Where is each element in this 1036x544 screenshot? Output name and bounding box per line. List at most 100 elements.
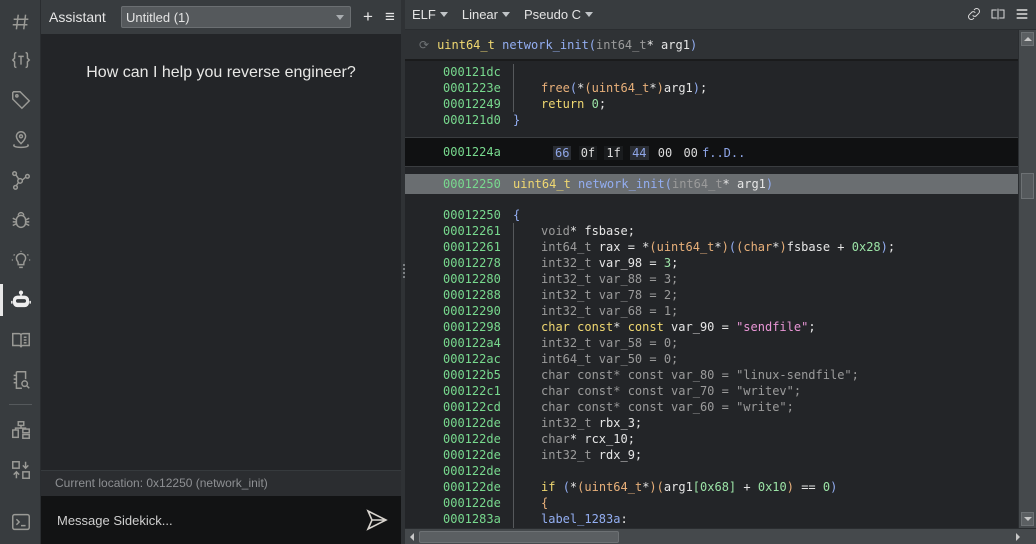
code-token: rdx_9; <box>591 448 643 462</box>
address[interactable]: 00012280 <box>443 271 501 287</box>
address[interactable]: 00012249 <box>443 96 501 112</box>
code-text: return 0; <box>541 96 606 112</box>
message-input[interactable] <box>41 496 351 544</box>
code-line[interactable]: 00012278 int32_t var_98 = 3; <box>405 255 1018 271</box>
code-line[interactable]: 00012250 { <box>405 207 1018 223</box>
code-token: ; <box>808 320 816 334</box>
bug-icon[interactable] <box>0 202 41 238</box>
code-token: ) <box>765 177 774 191</box>
terminal-icon[interactable] <box>0 504 41 540</box>
search-doc-icon[interactable] <box>0 362 41 398</box>
hex-byte[interactable]: 66 <box>553 146 572 160</box>
code-line[interactable]: 000122c1 char const* const var_70 = "writ… <box>405 383 1018 399</box>
hex-byte[interactable]: 0f <box>578 146 598 160</box>
code-line[interactable]: 000122de int32_t rdx_9; <box>405 447 1018 463</box>
code-line[interactable]: 000122de if (*(uint64_t*)(arg1[0x68] + 0x… <box>405 479 1018 495</box>
horizontal-scroll-thumb[interactable] <box>419 531 619 543</box>
format-dropdown[interactable]: ELF <box>412 7 448 22</box>
code-line[interactable]: 000122de char* rcx_10; <box>405 431 1018 447</box>
language-dropdown[interactable]: Pseudo C <box>524 7 594 22</box>
code-line[interactable]: 000121dc <box>405 64 1018 80</box>
horizontal-scrollbar[interactable] <box>405 528 1036 544</box>
code-line[interactable]: 00012261 int64_t rax = *(uint64_t*)((char… <box>405 239 1018 255</box>
code-line[interactable]: 00012261 void* fsbase; <box>405 223 1018 239</box>
address[interactable]: 00012250 <box>443 207 501 223</box>
address[interactable]: 00012250 <box>443 176 501 192</box>
address[interactable]: 0001223e <box>443 80 501 96</box>
code-line[interactable]: 000122a4 int32_t var_58 = 0; <box>405 335 1018 351</box>
address[interactable]: 000121d0 <box>443 112 501 128</box>
address[interactable]: 0001283a <box>443 511 501 527</box>
view-dropdown[interactable]: Linear <box>462 7 510 22</box>
type-braces-icon[interactable] <box>0 42 41 78</box>
hex-byte[interactable]: 00 <box>656 146 674 160</box>
scroll-up-button[interactable] <box>1021 32 1034 46</box>
scroll-down-button[interactable] <box>1021 512 1034 526</box>
hex-byte[interactable]: 44 <box>630 146 649 160</box>
book-icon[interactable] <box>0 322 41 358</box>
hamburger-menu-icon[interactable] <box>1014 6 1030 27</box>
code-token: uint64_t <box>513 177 571 191</box>
address[interactable]: 00012261 <box>443 223 501 239</box>
scroll-left-button[interactable] <box>407 531 419 543</box>
hash-logo-icon[interactable] <box>0 4 41 40</box>
function-name[interactable]: network_init <box>502 38 589 52</box>
address[interactable]: 000122de <box>443 447 501 463</box>
address[interactable]: 00012278 <box>443 255 501 271</box>
address[interactable]: 00012290 <box>443 303 501 319</box>
address[interactable]: 000122de <box>443 463 501 479</box>
code-line[interactable]: 00012288 int32_t var_78 = 2; <box>405 287 1018 303</box>
scroll-right-button[interactable] <box>1012 531 1024 543</box>
address[interactable]: 000122cd <box>443 399 501 415</box>
session-select[interactable]: Untitled (1) <box>121 6 351 28</box>
code-line[interactable]: 0001223e free(*(uint64_t*)arg1); <box>405 80 1018 96</box>
pseudo-c-view[interactable]: 000121dc 0001223e free(*(uint64_t*)arg1); 0… <box>405 61 1018 528</box>
address[interactable]: 000122de <box>443 431 501 447</box>
vertical-scrollbar[interactable] <box>1018 30 1036 528</box>
address[interactable]: 0001224a <box>443 145 501 159</box>
address[interactable]: 00012298 <box>443 319 501 335</box>
function-signature-line[interactable]: 00012250 uint64_t network_init(int64_t* … <box>405 174 1018 194</box>
robot-icon[interactable] <box>0 282 41 318</box>
code-line[interactable]: 00012290 int32_t var_68 = 1; <box>405 303 1018 319</box>
code-line[interactable]: 00012280 int32_t var_88 = 3; <box>405 271 1018 287</box>
refresh-icon[interactable]: ⟳ <box>419 38 429 52</box>
address[interactable]: 000122de <box>443 495 501 511</box>
address[interactable]: 00012261 <box>443 239 501 255</box>
hex-byte[interactable]: 00 <box>681 146 699 160</box>
swap-icon[interactable] <box>0 452 41 488</box>
code-token: == <box>793 480 823 494</box>
map-pin-icon[interactable] <box>0 122 41 158</box>
split-view-icon[interactable] <box>990 6 1006 27</box>
code-line[interactable]: 000122cd char const* const var_60 = "writ… <box>405 399 1018 415</box>
vertical-scroll-thumb[interactable] <box>1021 173 1034 199</box>
view-toolbar: ELF Linear Pseudo C <box>405 0 1036 30</box>
code-line[interactable]: 000122de int32_t rbx_3; <box>405 415 1018 431</box>
code-line[interactable]: 00012249 return 0; <box>405 96 1018 112</box>
graph-nodes-icon[interactable] <box>0 162 41 198</box>
code-token: char <box>541 432 570 446</box>
address[interactable]: 000122ac <box>443 351 501 367</box>
hex-byte[interactable]: 1f <box>604 146 623 160</box>
code-line[interactable]: 00012298 char const* const var_90 = "send… <box>405 319 1018 335</box>
menu-button[interactable]: ≡ <box>379 7 401 27</box>
address[interactable]: 000122c1 <box>443 383 501 399</box>
code-line[interactable]: 000122ac int64_t var_50 = 0; <box>405 351 1018 367</box>
code-line[interactable]: 000122de <box>405 463 1018 479</box>
address[interactable]: 000122b5 <box>443 367 501 383</box>
address[interactable]: 000121dc <box>443 64 501 80</box>
address[interactable]: 000122a4 <box>443 335 501 351</box>
hierarchy-icon[interactable] <box>0 412 41 448</box>
code-line[interactable]: 0001283a label_1283a: <box>405 511 1018 527</box>
address[interactable]: 00012288 <box>443 287 501 303</box>
code-line[interactable]: 000121d0} <box>405 112 1018 128</box>
lightbulb-icon[interactable] <box>0 242 41 278</box>
tag-icon[interactable] <box>0 82 41 118</box>
link-icon[interactable] <box>966 6 982 27</box>
address[interactable]: 000122de <box>443 415 501 431</box>
code-line[interactable]: 000122de { <box>405 495 1018 511</box>
address[interactable]: 000122de <box>443 479 501 495</box>
new-session-button[interactable]: + <box>357 7 379 27</box>
send-button[interactable] <box>365 508 389 532</box>
code-line[interactable]: 000122b5 char const* const var_80 = "linu… <box>405 367 1018 383</box>
